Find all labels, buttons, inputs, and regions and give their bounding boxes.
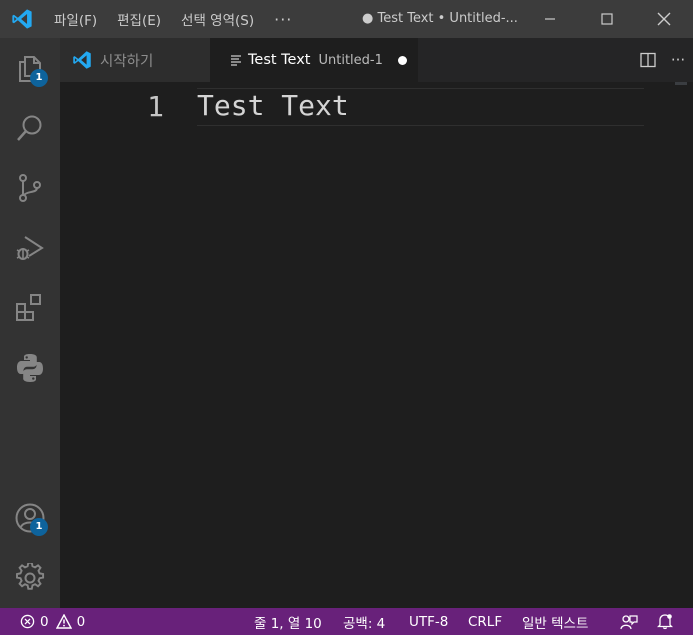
extensions-button[interactable] [0, 278, 60, 338]
activity-bar: 1 1 [0, 38, 60, 608]
menu-edit[interactable]: 편집(E) [107, 9, 171, 29]
search-button[interactable] [0, 98, 60, 158]
tab-test-text-label: Test Text [248, 52, 311, 68]
menu-more-button[interactable]: ··· [264, 10, 302, 29]
maximize-icon [601, 13, 613, 25]
manage-button[interactable] [0, 548, 60, 608]
warning-icon [55, 614, 72, 629]
menu-bar: 파일(F) 편집(E) 선택 영역(S) ··· [44, 0, 302, 38]
maximize-button[interactable] [578, 0, 636, 38]
more-actions-button[interactable]: ··· [663, 38, 693, 82]
split-editor-button[interactable] [633, 38, 663, 82]
extensions-icon [16, 294, 41, 321]
problems-indicator[interactable]: 0 0 [20, 608, 85, 635]
window-title: ● Test Text • Untitled-... [362, 11, 518, 26]
indentation[interactable]: 공백: 4 [343, 608, 385, 635]
line-number: 1 [147, 90, 164, 123]
more-actions-label: ··· [670, 51, 686, 69]
bell-icon [657, 614, 673, 630]
code-line[interactable]: Test Text [197, 88, 644, 126]
warning-count: 0 [76, 613, 86, 630]
cursor-position[interactable]: 줄 1, 열 10 [254, 608, 322, 635]
accounts-button[interactable]: 1 [0, 488, 60, 548]
vscode-logo-icon [0, 0, 44, 38]
minimize-button[interactable] [521, 0, 579, 38]
gear-icon [16, 563, 45, 590]
split-editor-icon [640, 52, 656, 68]
error-count: 0 [40, 613, 49, 630]
accounts-badge: 1 [30, 518, 48, 536]
tab-bar: 시작하기 Test Text Untitled-1 ··· [60, 38, 693, 82]
title-bar: 파일(F) 편집(E) 선택 영역(S) ··· ● Test Text • U… [0, 0, 693, 38]
run-debug-button[interactable] [0, 218, 60, 278]
tab-test-text[interactable]: Test Text Untitled-1 [210, 38, 418, 82]
editor-actions: ··· [633, 38, 693, 82]
minimize-icon [545, 18, 555, 20]
text-file-icon [231, 55, 241, 66]
search-icon [17, 115, 42, 141]
run-debug-icon [16, 236, 44, 260]
notifications-button[interactable] [657, 608, 673, 635]
menu-file[interactable]: 파일(F) [44, 9, 107, 29]
vscode-logo-icon [73, 51, 91, 69]
encoding[interactable]: UTF-8 [409, 608, 448, 635]
error-icon [20, 614, 35, 629]
status-bar: 0 0 줄 1, 열 10 공백: 4 UTF-8 CRLF 일반 텍스트 [0, 608, 693, 635]
end-of-line[interactable]: CRLF [468, 608, 502, 635]
tab-welcome-label: 시작하기 [100, 53, 154, 70]
explorer-button[interactable]: 1 [0, 38, 60, 98]
editor-area[interactable]: 1 Test Text [60, 82, 693, 608]
python-button[interactable] [0, 338, 60, 398]
python-icon [17, 354, 43, 382]
language-mode[interactable]: 일반 텍스트 [522, 608, 588, 635]
menu-selection[interactable]: 선택 영역(S) [171, 9, 264, 29]
source-control-button[interactable] [0, 158, 60, 218]
close-window-button[interactable] [635, 0, 693, 38]
feedback-button[interactable] [620, 608, 638, 635]
feedback-icon [620, 614, 638, 629]
tab-welcome[interactable]: 시작하기 [60, 38, 210, 82]
minimap-slider[interactable] [675, 82, 687, 85]
tab-test-text-description: Untitled-1 [318, 52, 383, 68]
close-icon [657, 12, 671, 26]
explorer-badge: 1 [30, 69, 48, 87]
unsaved-dot-icon[interactable] [397, 55, 407, 65]
source-control-icon [19, 174, 41, 202]
